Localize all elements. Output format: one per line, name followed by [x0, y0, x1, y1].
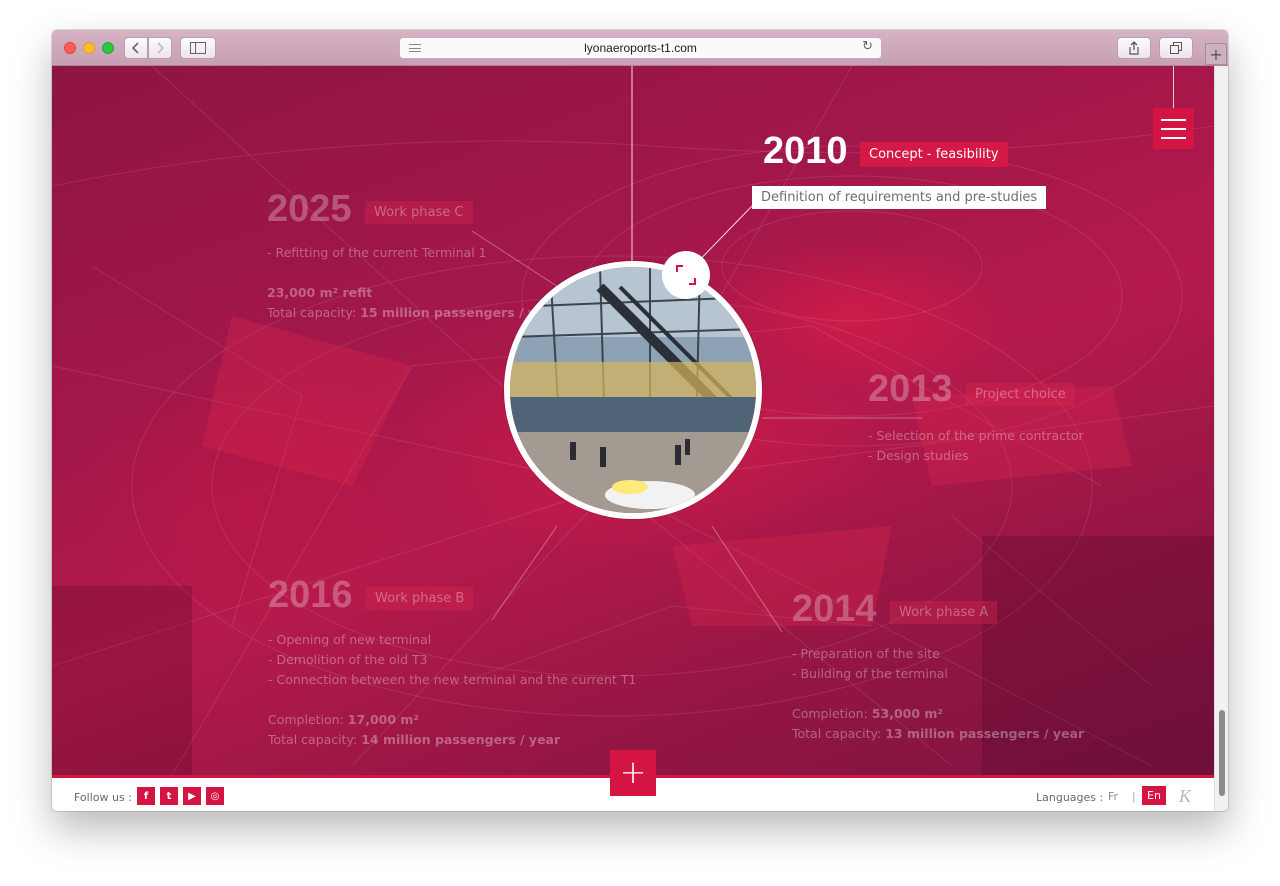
- milestone-2014-details: - Preparation of the site - Building of …: [792, 644, 1084, 744]
- detail-line: - Design studies: [868, 448, 969, 463]
- address-bar[interactable]: lyonaeroports-t1.com ↻: [399, 37, 882, 59]
- capacity-value: 14 million passengers / year: [361, 732, 561, 747]
- more-info-button[interactable]: +: [610, 750, 656, 796]
- facebook-icon[interactable]: f: [137, 787, 155, 805]
- capacity-label: Total capacity:: [268, 732, 358, 747]
- refit-value: 23,000 m² refit: [267, 285, 373, 300]
- instagram-icon[interactable]: ◎: [206, 787, 224, 805]
- terminal-photo[interactable]: [504, 261, 762, 519]
- phase-tag-2025: Work phase C: [365, 201, 473, 224]
- completion-value: 53,000 m²: [871, 706, 943, 721]
- detail-line: - Opening of new terminal: [268, 632, 432, 647]
- completion-value: 17,000 m²: [347, 712, 419, 727]
- new-tab-button[interactable]: +: [1205, 43, 1227, 65]
- expand-photo-button[interactable]: [662, 251, 710, 299]
- chevron-left-icon: [132, 42, 139, 54]
- twitter-icon[interactable]: t: [160, 787, 178, 805]
- follow-us-label: Follow us :: [74, 791, 132, 804]
- close-window-button[interactable]: [64, 42, 76, 54]
- languages-label: Languages :: [1036, 791, 1104, 804]
- expand-icon: [676, 265, 696, 285]
- sidebar-toggle-button[interactable]: [180, 37, 216, 59]
- detail-line: - Selection of the prime contractor: [868, 428, 1084, 443]
- reload-icon[interactable]: ↻: [862, 39, 873, 54]
- detail-line: - Building of the terminal: [792, 666, 948, 681]
- url-text: lyonaeroports-t1.com: [584, 41, 697, 55]
- language-separator: |: [1132, 790, 1136, 803]
- chevron-right-icon: [157, 42, 164, 54]
- show-tabs-button[interactable]: [1159, 37, 1193, 59]
- year-2016[interactable]: 2016: [268, 574, 353, 617]
- browser-toolbar: lyonaeroports-t1.com ↻ +: [52, 30, 1228, 66]
- milestone-2016-details: - Opening of new terminal - Demolition o…: [268, 630, 636, 750]
- minimize-window-button[interactable]: [83, 42, 95, 54]
- share-button[interactable]: [1117, 37, 1151, 59]
- detail-line: - Connection between the new terminal an…: [268, 672, 637, 687]
- share-icon: [1129, 41, 1139, 55]
- phase-tag-2010: Concept - feasibility: [860, 142, 1008, 167]
- phase-tag-2013: Project choice: [966, 383, 1075, 406]
- milestone-2025-details: - Refitting of the current Terminal 1 23…: [267, 243, 559, 323]
- back-button[interactable]: [124, 37, 148, 59]
- year-2025[interactable]: 2025: [267, 188, 352, 231]
- completion-label: Completion:: [268, 712, 344, 727]
- terminal-interior-image: [510, 267, 756, 513]
- description-2010: Definition of requirements and pre-studi…: [752, 186, 1047, 209]
- vertical-scrollbar[interactable]: [1214, 66, 1228, 811]
- detail-line: - Demolition of the old T3: [268, 652, 428, 667]
- year-2010-active[interactable]: 2010: [763, 130, 848, 173]
- completion-label: Completion:: [792, 706, 868, 721]
- milestone-2013-details: - Selection of the prime contractor - De…: [868, 426, 1084, 466]
- timeline-page: 2025 Work phase C - Refitting of the cur…: [52, 66, 1214, 775]
- year-2013[interactable]: 2013: [868, 368, 953, 411]
- browser-window: lyonaeroports-t1.com ↻ + 2025 Work phase…: [52, 30, 1228, 811]
- capacity-label: Total capacity:: [792, 726, 882, 741]
- phase-tag-2014: Work phase A: [890, 601, 998, 624]
- capacity-value: 13 million passengers / year: [885, 726, 1085, 741]
- youtube-icon[interactable]: ▶: [183, 787, 201, 805]
- phase-tag-2016: Work phase B: [366, 587, 474, 610]
- language-en-link[interactable]: En: [1142, 786, 1166, 805]
- sidebar-icon: [190, 42, 206, 54]
- tabs-icon: [1170, 42, 1182, 54]
- year-2014[interactable]: 2014: [792, 588, 877, 631]
- capacity-label: Total capacity:: [267, 305, 357, 320]
- agency-logo[interactable]: K: [1179, 786, 1191, 807]
- scrollbar-thumb[interactable]: [1219, 710, 1225, 796]
- forward-button[interactable]: [148, 37, 172, 59]
- language-fr-link[interactable]: Fr: [1108, 790, 1118, 803]
- detail-line: - Refitting of the current Terminal 1: [267, 245, 487, 260]
- detail-line: - Preparation of the site: [792, 646, 940, 661]
- zoom-window-button[interactable]: [102, 42, 114, 54]
